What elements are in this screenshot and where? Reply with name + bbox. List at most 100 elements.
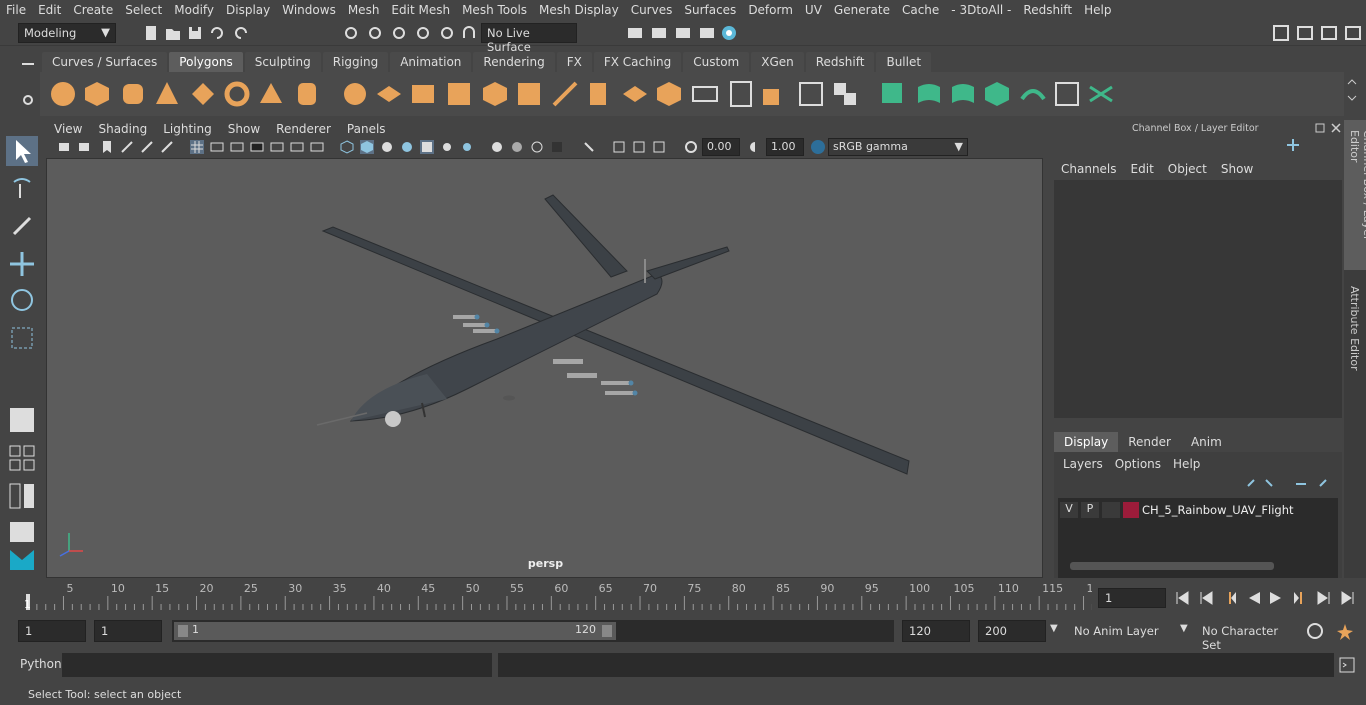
layout-four-icon[interactable] (6, 442, 38, 472)
character-set-dropdown[interactable]: No Character Set (1196, 620, 1300, 652)
collapse-icon[interactable] (796, 79, 826, 109)
auto-key-icon[interactable] (1306, 622, 1324, 640)
field-chart-icon[interactable] (270, 140, 284, 154)
menu-edit[interactable]: Edit (32, 3, 67, 17)
grease-pencil-icon[interactable] (160, 140, 174, 154)
tab-sculpting[interactable]: Sculpting (244, 52, 321, 72)
menu-help[interactable]: Help (1078, 3, 1117, 17)
attribute-editor-toggle-icon[interactable] (1320, 24, 1338, 42)
safe-title-icon[interactable] (310, 140, 324, 154)
menu-curves[interactable]: Curves (625, 3, 679, 17)
time-slider[interactable]: 5 10 15 20 25 30 35 40 45 50 55 60 65 70 75 80 85 90 95 100… (20, 580, 1092, 612)
poly-pyramid-icon[interactable] (256, 79, 286, 109)
default-material-icon[interactable] (380, 140, 394, 154)
tool-settings-toggle-icon[interactable] (1344, 24, 1362, 42)
layer-color-swatch[interactable] (1123, 502, 1139, 518)
multi-cut-icon[interactable] (654, 79, 684, 109)
channel-box-toggle-icon[interactable] (1296, 24, 1314, 42)
panel-menu-renderer[interactable]: Renderer (268, 122, 339, 136)
paint-select-tool-icon[interactable] (6, 210, 38, 240)
offset-edge-loop-icon[interactable] (726, 79, 756, 109)
layer-name[interactable]: CH_5_Rainbow_UAV_Flight (1142, 503, 1294, 517)
layer-scrollbar[interactable] (1070, 562, 1274, 570)
save-scene-icon[interactable] (186, 24, 204, 42)
close-icon[interactable] (1330, 122, 1342, 134)
poly-plane-icon[interactable] (188, 79, 218, 109)
snap-curve-icon[interactable] (366, 24, 384, 42)
separate-icon[interactable] (374, 79, 404, 109)
poly-cube-icon[interactable] (82, 79, 112, 109)
anim-layer-dropdown[interactable]: No Anim Layer (1068, 620, 1172, 642)
tab-polygons[interactable]: Polygons (169, 52, 243, 72)
menu-3dtoall[interactable]: - 3DtoAll - (945, 3, 1017, 17)
use-all-lights-icon[interactable] (440, 140, 454, 154)
menu-uv[interactable]: UV (799, 3, 828, 17)
playback-end-field[interactable]: 120 (902, 620, 970, 642)
menu-options[interactable]: Options (1110, 456, 1166, 472)
shelf-scroll-icon[interactable] (1346, 76, 1358, 112)
command-input[interactable] (62, 653, 492, 677)
tab-xgen[interactable]: XGen (751, 52, 804, 72)
float-panel-icon[interactable] (1314, 122, 1326, 134)
step-forward-key-icon[interactable] (1316, 590, 1332, 606)
menu-modify[interactable]: Modify (168, 3, 220, 17)
gear-icon[interactable] (20, 92, 36, 108)
extrude-icon[interactable] (480, 79, 510, 109)
shadows-icon[interactable] (460, 140, 474, 154)
camera-icon[interactable] (58, 140, 72, 154)
hypershade-icon[interactable] (720, 24, 738, 42)
xray-components-icon[interactable] (652, 140, 666, 154)
snap-point-icon[interactable] (390, 24, 408, 42)
select-tool-icon[interactable] (6, 136, 38, 166)
screen-space-ao-icon[interactable] (490, 140, 504, 154)
motion-blur-icon[interactable] (510, 140, 524, 154)
live-surface-field[interactable]: No Live Surface (481, 23, 577, 54)
menu-generate[interactable]: Generate (828, 3, 896, 17)
uv-cut-icon[interactable] (1086, 79, 1116, 109)
isolate-select-icon[interactable] (582, 140, 596, 154)
xray-icon[interactable] (612, 140, 626, 154)
resolution-gate-icon[interactable] (230, 140, 244, 154)
layer-row[interactable]: V P CH_5_Rainbow_UAV_Flight (1060, 500, 1336, 520)
scale-tool-icon[interactable] (6, 322, 38, 352)
panel-menu-shading[interactable]: Shading (90, 122, 155, 136)
magnet-icon[interactable] (460, 24, 478, 42)
panel-menu-show[interactable]: Show (220, 122, 268, 136)
layer-playback-toggle[interactable]: P (1081, 502, 1099, 518)
uv-planar-icon[interactable] (878, 79, 908, 109)
poly-cone-icon[interactable] (152, 79, 182, 109)
render-settings-icon[interactable] (698, 24, 716, 42)
layer-visibility-toggle[interactable]: V (1060, 502, 1078, 518)
rotate-tool-icon[interactable] (6, 284, 38, 314)
tab-display[interactable]: Display (1054, 432, 1119, 452)
render-frame-icon[interactable] (650, 24, 668, 42)
menu-mesh-display[interactable]: Mesh Display (533, 3, 625, 17)
current-frame-field[interactable]: 1 (1098, 588, 1166, 608)
snap-surface-icon[interactable] (438, 24, 456, 42)
tab-custom[interactable]: Custom (683, 52, 750, 72)
viewport-persp[interactable]: persp (46, 158, 1043, 578)
undo-icon[interactable] (208, 24, 226, 42)
panel-menu-view[interactable]: View (46, 122, 90, 136)
bridge-icon[interactable] (550, 79, 580, 109)
uav-model[interactable] (47, 159, 1044, 579)
colorspace-dropdown[interactable]: sRGB gamma ▼ (828, 138, 968, 156)
go-to-start-icon[interactable] (1174, 590, 1190, 606)
lasso-tool-icon[interactable] (6, 174, 38, 204)
go-to-end-icon[interactable] (1340, 590, 1356, 606)
anti-aliasing-icon[interactable] (530, 140, 544, 154)
range-grip-right[interactable] (602, 625, 612, 637)
playback-start-field[interactable]: 1 (94, 620, 162, 642)
mirror-icon[interactable] (408, 79, 438, 109)
menu-edit-mesh[interactable]: Edit Mesh (385, 3, 456, 17)
layout-outliner-icon[interactable] (6, 480, 38, 510)
menu-windows[interactable]: Windows (276, 3, 342, 17)
menu-channel-edit[interactable]: Edit (1126, 160, 1159, 178)
mode-selector[interactable]: Modeling ▼ (18, 23, 116, 43)
workspace-icon[interactable] (1272, 24, 1290, 42)
tab-rendering[interactable]: Rendering (473, 52, 555, 72)
uv-editor-icon[interactable] (1052, 79, 1082, 109)
menu-file[interactable]: File (0, 3, 32, 17)
menu-mesh-tools[interactable]: Mesh Tools (456, 3, 533, 17)
open-scene-icon[interactable] (164, 24, 182, 42)
